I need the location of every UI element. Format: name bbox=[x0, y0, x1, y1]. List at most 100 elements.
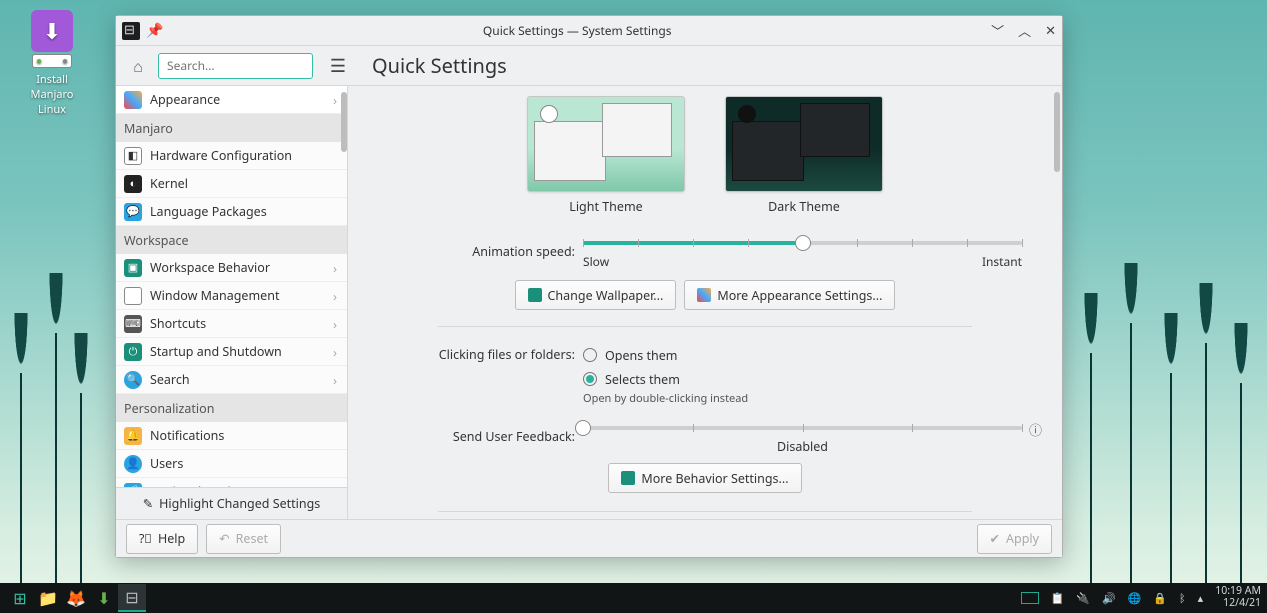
chip-icon: ◧ bbox=[124, 147, 142, 165]
help-icon: ?⃝ bbox=[139, 530, 152, 547]
radio-selects-them[interactable]: Selects them bbox=[583, 367, 1022, 391]
light-theme-thumbnail bbox=[527, 96, 685, 192]
sidebar-item-appearance[interactable]: Appearance › bbox=[116, 86, 347, 114]
clicking-hint: Open by double-clicking instead bbox=[583, 391, 1022, 406]
more-appearance-button[interactable]: More Appearance Settings... bbox=[684, 280, 895, 310]
vault-tray-icon[interactable]: 🔒 bbox=[1153, 591, 1167, 606]
pin-icon[interactable]: 📌 bbox=[146, 21, 163, 40]
drive-icon bbox=[32, 54, 72, 68]
tray-expand-icon[interactable]: ▴ bbox=[1198, 591, 1204, 606]
animation-speed-slider[interactable] bbox=[583, 233, 1022, 251]
palette-icon bbox=[697, 288, 711, 302]
instant-label: Instant bbox=[982, 253, 1022, 270]
clock[interactable]: 10:19 AM 12/4/21 bbox=[1215, 586, 1261, 609]
chevron-right-icon: › bbox=[333, 259, 337, 277]
chevron-right-icon: › bbox=[333, 343, 337, 361]
window-footer: ?⃝ Help ↶ Reset ✔ Apply bbox=[116, 519, 1062, 557]
window-title: Quick Settings — System Settings bbox=[163, 22, 991, 39]
radio-label: Opens them bbox=[605, 347, 677, 364]
sidebar-header-workspace: Workspace bbox=[116, 226, 347, 254]
button-label: Reset bbox=[236, 530, 268, 547]
user-icon: 👤 bbox=[124, 455, 142, 473]
hamburger-menu-button[interactable]: ☰ bbox=[330, 54, 346, 78]
window-icon bbox=[124, 287, 142, 305]
sidebar-item-label: Users bbox=[150, 455, 183, 472]
feedback-value-label: Disabled bbox=[583, 438, 1022, 455]
undo-icon: ↶ bbox=[219, 530, 229, 547]
file-manager-button[interactable]: 📁 bbox=[34, 584, 62, 612]
sidebar-item-hardware-config[interactable]: ◧ Hardware Configuration bbox=[116, 142, 347, 170]
search-icon: 🔍 bbox=[124, 371, 142, 389]
minimize-button[interactable]: ﹀ bbox=[991, 21, 1004, 40]
maximize-button[interactable]: ︿ bbox=[1018, 21, 1031, 40]
clicking-label: Clicking files or folders: bbox=[388, 343, 583, 363]
keyboard-icon: ⌨ bbox=[124, 315, 142, 333]
help-button[interactable]: ?⃝ Help bbox=[126, 524, 198, 554]
sidebar-item-label: Notifications bbox=[150, 427, 224, 444]
taskbar[interactable]: ⊞ 📁 🦊 ⬇ ⊟ 📋 🔌 🔊 🌐 🔒 ᛒ ▴ 10:19 AM 12/4/21 bbox=[0, 583, 1267, 613]
home-button[interactable]: ⌂ bbox=[126, 54, 150, 78]
clock-date: 12/4/21 bbox=[1215, 598, 1261, 610]
sidebar: Appearance › Manjaro ◧ Hardware Configur… bbox=[116, 86, 348, 519]
change-wallpaper-button[interactable]: Change Wallpaper... bbox=[515, 280, 677, 310]
show-desktop-button[interactable] bbox=[1021, 592, 1039, 604]
dark-theme-label: Dark Theme bbox=[725, 198, 883, 215]
system-settings-window: 📌 Quick Settings — System Settings ﹀ ︿ ✕… bbox=[115, 15, 1063, 558]
theme-light-card[interactable]: Light Theme bbox=[527, 96, 685, 215]
feedback-slider[interactable] bbox=[583, 418, 1022, 436]
theme-dark-card[interactable]: Dark Theme bbox=[725, 96, 883, 215]
network-tray-icon[interactable]: 🌐 bbox=[1128, 591, 1142, 606]
button-label: Help bbox=[158, 530, 185, 547]
usb-tray-icon[interactable]: 🔌 bbox=[1076, 591, 1090, 606]
more-behavior-button[interactable]: More Behavior Settings... bbox=[608, 463, 801, 493]
sidebar-item-startup-shutdown[interactable]: ⏻ Startup and Shutdown › bbox=[116, 338, 347, 366]
sidebar-item-kernel[interactable]: ◐ Kernel bbox=[116, 170, 347, 198]
radio-opens-them[interactable]: Opens them bbox=[583, 343, 1022, 367]
highlight-changed-button[interactable]: ✎ Highlight Changed Settings bbox=[116, 487, 347, 519]
download-icon: ⬇ bbox=[31, 10, 73, 52]
system-settings-taskbar-button[interactable]: ⊟ bbox=[118, 584, 146, 612]
start-menu-button[interactable]: ⊞ bbox=[6, 584, 34, 612]
volume-tray-icon[interactable]: 🔊 bbox=[1102, 591, 1116, 606]
bell-icon: 🔔 bbox=[124, 427, 142, 445]
sidebar-item-users[interactable]: 👤 Users bbox=[116, 450, 347, 478]
slow-label: Slow bbox=[583, 253, 609, 270]
close-button[interactable]: ✕ bbox=[1045, 21, 1056, 40]
dark-theme-thumbnail bbox=[725, 96, 883, 192]
divider bbox=[438, 511, 972, 512]
feedback-label: Send User Feedback: bbox=[388, 428, 583, 445]
radio-icon bbox=[583, 372, 597, 386]
sidebar-item-window-management[interactable]: Window Management › bbox=[116, 282, 347, 310]
updates-button[interactable]: ⬇ bbox=[90, 584, 118, 612]
bluetooth-tray-icon[interactable]: ᛒ bbox=[1179, 591, 1186, 606]
radio-icon bbox=[583, 348, 597, 362]
desktop-icon-install-manjaro[interactable]: ⬇ Install Manjaro Linux bbox=[15, 10, 89, 117]
firefox-button[interactable]: 🦊 bbox=[62, 584, 90, 612]
sidebar-item-workspace-behavior[interactable]: ▣ Workspace Behavior › bbox=[116, 254, 347, 282]
search-input[interactable] bbox=[158, 53, 313, 79]
sidebar-item-search[interactable]: 🔍 Search › bbox=[116, 366, 347, 394]
sidebar-item-shortcuts[interactable]: ⌨ Shortcuts › bbox=[116, 310, 347, 338]
sidebar-scrollbar[interactable] bbox=[341, 92, 347, 152]
apply-button[interactable]: ✔ Apply bbox=[977, 524, 1052, 554]
chevron-right-icon: › bbox=[333, 287, 337, 305]
button-label: More Appearance Settings... bbox=[717, 287, 882, 304]
chevron-right-icon: › bbox=[333, 91, 337, 109]
kernel-icon: ◐ bbox=[124, 175, 142, 193]
reset-button[interactable]: ↶ Reset bbox=[206, 524, 281, 554]
desktop-icon-label: Install Manjaro Linux bbox=[15, 72, 89, 117]
sidebar-item-label: Search bbox=[150, 371, 190, 388]
info-icon[interactable]: ⓘ bbox=[1029, 420, 1042, 439]
clipboard-tray-icon[interactable]: 📋 bbox=[1051, 591, 1065, 606]
sidebar-item-notifications[interactable]: 🔔 Notifications bbox=[116, 422, 347, 450]
wallpaper-icon bbox=[528, 288, 542, 302]
animation-speed-label: Animation speed: bbox=[388, 243, 583, 260]
button-label: Apply bbox=[1006, 530, 1039, 547]
toolbar: ⌂ ☰ Quick Settings bbox=[116, 46, 1062, 86]
speech-bubble-icon: 💬 bbox=[124, 203, 142, 221]
titlebar[interactable]: 📌 Quick Settings — System Settings ﹀ ︿ ✕ bbox=[116, 16, 1062, 46]
sidebar-item-language-packages[interactable]: 💬 Language Packages bbox=[116, 198, 347, 226]
content-pane: Light Theme Dark Theme Animation speed: bbox=[348, 86, 1062, 519]
content-scrollbar[interactable] bbox=[1054, 92, 1060, 172]
sidebar-item-label: Language Packages bbox=[150, 203, 267, 220]
